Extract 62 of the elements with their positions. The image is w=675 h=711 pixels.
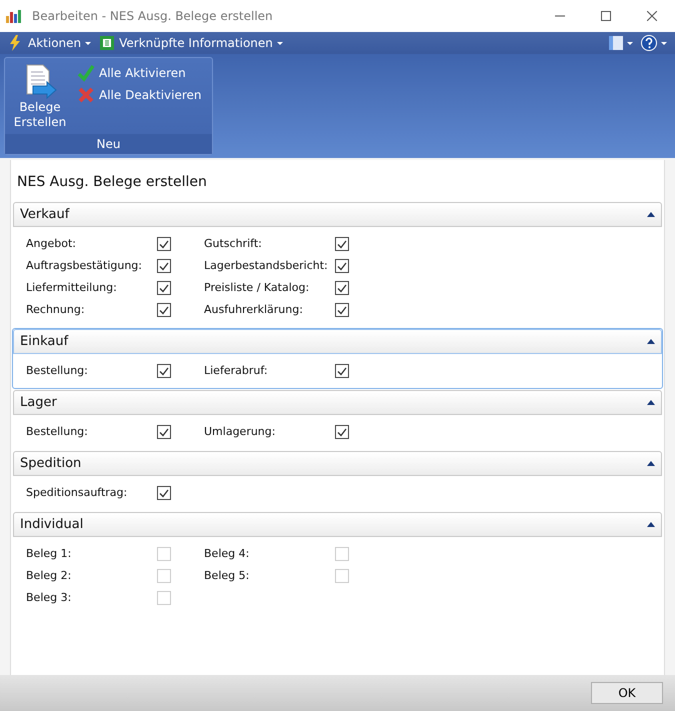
checkbox[interactable] bbox=[157, 364, 171, 378]
field-label: Umlagerung: bbox=[204, 424, 276, 440]
create-documents-button[interactable]: Belege Erstellen bbox=[5, 62, 75, 134]
activate-all-button[interactable]: Alle Aktivieren bbox=[75, 62, 204, 84]
field-label: Beleg 3: bbox=[26, 590, 72, 606]
caret-icon bbox=[276, 42, 283, 44]
checkbox[interactable] bbox=[335, 259, 349, 273]
field-label: Angebot: bbox=[26, 236, 77, 252]
field-label: Speditionsauftrag: bbox=[26, 484, 128, 501]
checkbox[interactable] bbox=[335, 425, 349, 439]
window-title: Bearbeiten - NES Ausg. Belege erstellen bbox=[32, 8, 273, 25]
checkbox[interactable] bbox=[157, 486, 171, 500]
menu-button[interactable]: Verknüpfte Informationen bbox=[95, 32, 287, 54]
field-label: Beleg 1: bbox=[26, 546, 72, 562]
caret-icon bbox=[661, 42, 667, 44]
window-layout-icon bbox=[609, 36, 623, 50]
close-icon bbox=[647, 11, 657, 21]
checkmark-icon bbox=[77, 64, 95, 82]
checkbox[interactable] bbox=[335, 237, 349, 251]
field-label: Beleg 5: bbox=[204, 568, 250, 584]
collapse-icon bbox=[647, 339, 655, 344]
section-header[interactable]: Einkauf bbox=[13, 329, 662, 354]
checkbox[interactable] bbox=[335, 281, 349, 295]
field-label: Beleg 2: bbox=[26, 568, 72, 584]
collapse-icon bbox=[647, 522, 655, 527]
deactivate-all-button[interactable]: Alle Deaktivieren bbox=[75, 84, 204, 106]
maximize-icon bbox=[601, 11, 611, 21]
field-label: Preisliste / Katalog: bbox=[204, 280, 310, 296]
section-header[interactable]: Verkauf bbox=[13, 202, 662, 227]
collapse-icon bbox=[647, 461, 655, 466]
checkbox[interactable] bbox=[157, 303, 171, 317]
checkbox[interactable] bbox=[335, 364, 349, 378]
field-label: Lagerbestandsbericht: bbox=[204, 258, 329, 274]
field-label: Beleg 4: bbox=[204, 546, 250, 562]
field-label: Ausfuhrerklärung: bbox=[204, 302, 304, 318]
checkbox[interactable] bbox=[335, 303, 349, 317]
checkbox[interactable] bbox=[157, 259, 171, 273]
field-label: Liefermitteilung: bbox=[26, 280, 118, 296]
field-label: Bestellung: bbox=[26, 362, 89, 379]
field-label: Lieferabruf: bbox=[204, 362, 269, 379]
field-label: Bestellung: bbox=[26, 424, 89, 440]
checkbox[interactable] bbox=[157, 237, 171, 251]
caret-icon bbox=[627, 42, 633, 44]
section-header[interactable]: Lager bbox=[13, 390, 662, 415]
cross-icon bbox=[77, 86, 95, 104]
checkbox[interactable] bbox=[157, 281, 171, 295]
section-header[interactable]: Spedition bbox=[13, 451, 662, 476]
grid-icon bbox=[99, 35, 116, 51]
group-label: Neu bbox=[5, 134, 212, 154]
app-logo-icon bbox=[4, 8, 24, 24]
menu-button[interactable]: Aktionen bbox=[4, 32, 96, 54]
caret-icon bbox=[85, 42, 92, 44]
checkbox[interactable] bbox=[157, 425, 171, 439]
field-label: Rechnung: bbox=[26, 302, 86, 318]
ok-button[interactable]: OK bbox=[591, 682, 663, 704]
collapse-icon bbox=[647, 212, 655, 217]
field-label: Auftragsbestätigung: bbox=[26, 258, 143, 274]
page-title: NES Ausg. Belege erstellen bbox=[16, 173, 208, 192]
field-label: Gutschrift: bbox=[204, 236, 263, 252]
section-header[interactable]: Individual bbox=[13, 512, 662, 537]
help-icon bbox=[641, 35, 657, 51]
collapse-icon bbox=[647, 400, 655, 405]
